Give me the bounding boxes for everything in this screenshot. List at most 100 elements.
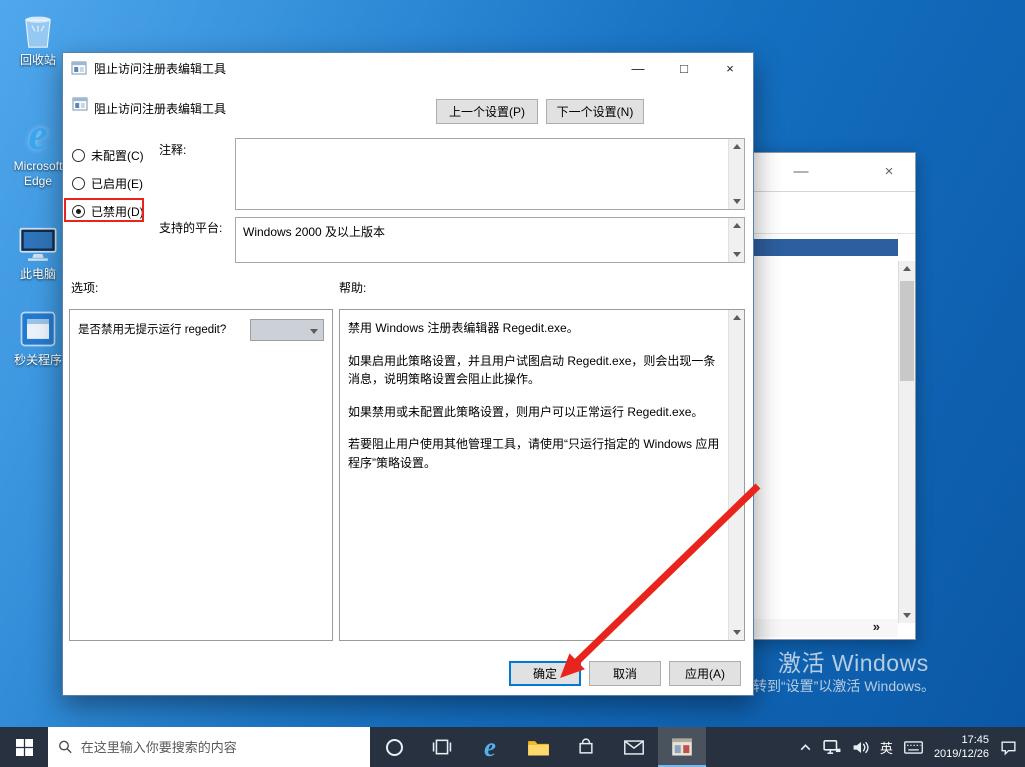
cortana-button[interactable] [370,727,418,767]
scroll-down-icon[interactable] [729,194,744,209]
desktop-icon-label: Microsoft Edge [6,159,70,189]
supported-on-textarea[interactable]: Windows 2000 及以上版本 [235,217,745,263]
cortana-icon [386,739,403,756]
radio-not-configured[interactable]: 未配置(C) [72,147,144,164]
more-chevron-icon[interactable]: » [873,619,880,634]
background-close-button[interactable]: × [874,163,904,180]
comment-scrollbar[interactable] [728,139,744,209]
touch-keyboard-button[interactable] [904,741,923,754]
ok-button[interactable]: 确定 [509,661,581,686]
help-paragraph: 如果禁用或未配置此策略设置，则用户可以正常运行 Regedit.exe。 [348,403,720,422]
scroll-down-icon[interactable] [899,608,914,623]
policy-setting-title: 阻止访问注册表编辑工具 [94,100,226,117]
speaker-icon [852,740,869,755]
ime-indicator[interactable]: 英 [880,738,893,757]
group-policy-editor-button[interactable] [658,727,706,767]
radio-circle-icon [72,205,85,218]
policy-settings-dialog: 阻止访问注册表编辑工具 — □ × 阻止访问注册表编辑工具 上一个设置(P) 下… [62,52,754,696]
edge-icon: e [6,112,70,158]
folder-icon [527,738,550,757]
minimize-icon[interactable]: — [615,53,661,83]
scroll-up-icon[interactable] [729,139,744,154]
option-row: 是否禁用无提示运行 regedit? [70,310,332,341]
edge-taskbar-button[interactable]: e [466,727,514,767]
store-button[interactable] [562,727,610,767]
help-paragraph: 禁用 Windows 注册表编辑器 Regedit.exe。 [348,319,720,338]
scroll-down-icon[interactable] [729,247,744,262]
chevron-down-icon [310,329,318,334]
options-panel: 是否禁用无提示运行 regedit? [69,309,333,641]
background-minimize-button[interactable]: — [786,163,816,180]
options-label: 选项: [71,279,98,296]
option-question: 是否禁用无提示运行 regedit? [78,319,226,341]
help-label: 帮助: [339,279,366,296]
scroll-down-icon[interactable] [729,625,744,640]
action-center-button[interactable] [1000,739,1017,756]
mail-button[interactable] [610,727,658,767]
supported-on-scrollbar[interactable] [728,218,744,262]
maximize-icon[interactable]: □ [661,53,707,83]
action-center-icon [1000,739,1017,756]
help-panel: 禁用 Windows 注册表编辑器 Regedit.exe。 如果启用此策略设置… [339,309,745,641]
clock[interactable]: 17:45 2019/12/26 [934,733,989,761]
search-icon [58,739,73,755]
policy-setting-icon [72,96,88,112]
dialog-titlebar[interactable]: 阻止访问注册表编辑工具 — □ × [63,53,753,83]
taskbar: e [0,727,1025,767]
supported-on-label: 支持的平台: [159,219,222,236]
radio-disabled[interactable]: 已禁用(D) [72,203,144,220]
system-tray: 英 17:45 2019/12/26 [799,727,1025,767]
task-view-button[interactable] [418,727,466,767]
close-icon[interactable]: × [707,53,753,83]
help-paragraph: 如果启用此策略设置，并且用户试图启动 Regedit.exe，则会出现一条消息，… [348,352,720,389]
radio-circle-icon [72,177,85,190]
dialog-title: 阻止访问注册表编辑工具 [94,60,226,77]
volume-button[interactable] [852,740,869,755]
group-policy-icon [671,736,693,758]
desktop-icon-seconds-close-app[interactable]: 秒关程序 [6,306,70,368]
tray-expand-button[interactable] [799,741,812,754]
regedit-silent-run-dropdown[interactable] [250,319,324,341]
store-icon [577,738,595,756]
network-button[interactable] [823,739,841,755]
network-icon [823,739,841,755]
scroll-up-icon[interactable] [729,218,744,233]
radio-label: 未配置(C) [91,147,144,164]
policy-dialog-icon [71,60,87,76]
clock-time: 17:45 [934,733,989,747]
comment-textarea[interactable] [235,138,745,210]
cancel-button[interactable]: 取消 [589,661,661,686]
desktop-icon-this-pc[interactable]: 此电脑 [6,220,70,282]
previous-setting-button[interactable]: 上一个设置(P) [436,99,538,124]
windows-logo-icon [16,739,33,756]
background-vertical-scrollbar[interactable] [898,261,915,623]
search-input[interactable] [81,740,360,755]
apply-button[interactable]: 应用(A) [669,661,741,686]
desktop-icon-label: 秒关程序 [6,353,70,368]
comment-label: 注释: [159,141,186,158]
watermark-subtitle: 转到“设置”以激活 Windows。 [753,676,1025,696]
start-button[interactable] [0,727,48,767]
chevron-up-icon [799,741,812,754]
help-scrollbar[interactable] [728,310,744,640]
next-setting-button[interactable]: 下一个设置(N) [546,99,644,124]
scroll-up-icon[interactable] [899,261,914,276]
mail-icon [624,740,644,755]
desktop-icon-recycle-bin[interactable]: 回收站 [6,6,70,68]
radio-circle-icon [72,149,85,162]
file-explorer-button[interactable] [514,727,562,767]
app-window-icon [6,306,70,352]
scrollbar-thumb[interactable] [900,281,914,381]
edge-icon: e [484,734,496,761]
this-pc-icon [6,220,70,266]
desktop-icon-edge[interactable]: e Microsoft Edge [6,112,70,189]
radio-label: 已禁用(D) [91,203,144,220]
taskbar-search[interactable] [48,727,370,767]
help-text: 禁用 Windows 注册表编辑器 Regedit.exe。 如果启用此策略设置… [340,310,728,640]
radio-enabled[interactable]: 已启用(E) [72,175,143,192]
dialog-body: 阻止访问注册表编辑工具 上一个设置(P) 下一个设置(N) 未配置(C) 已启用… [63,83,753,695]
keyboard-icon [904,741,923,754]
recycle-bin-icon [6,6,70,52]
scroll-up-icon[interactable] [729,310,744,325]
help-paragraph: 若要阻止用户使用其他管理工具，请使用“只运行指定的 Windows 应用程序”策… [348,435,720,472]
